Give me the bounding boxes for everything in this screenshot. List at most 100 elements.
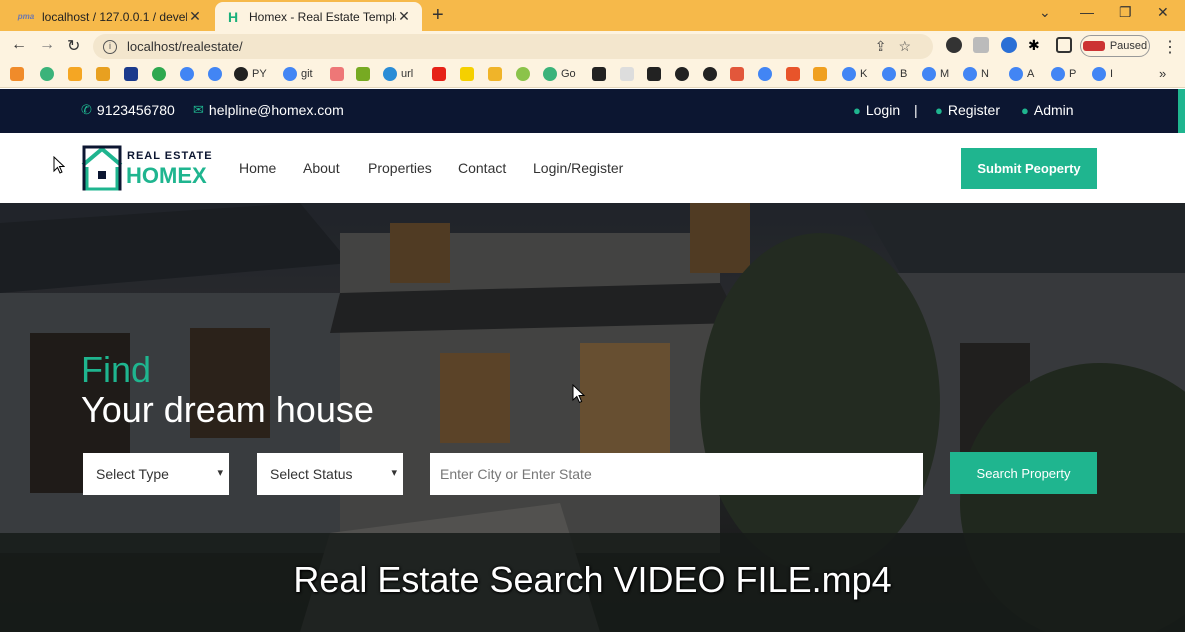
google-bookmark-b[interactable]: B [882, 66, 907, 82]
google-bookmark-i[interactable]: I [1092, 66, 1113, 82]
tab-title: Homex - Real Estate Template [249, 9, 396, 24]
url-text: localhost/realestate/ [127, 39, 243, 54]
menu-icon[interactable]: ⋮ [1162, 37, 1178, 57]
chevron-down-icon[interactable]: ⌄ [1039, 4, 1051, 21]
type-select[interactable]: Select Type ▾ [83, 453, 229, 495]
hero-section: Find Your dream house Select Type ▾ Sele… [0, 203, 1185, 632]
nav-home[interactable]: Home [239, 160, 276, 176]
type-select-value: Select Type [96, 466, 169, 482]
browser-toolbar: ← → ↻ i localhost/realestate/ ⇪☆ ✱ Pause… [0, 31, 1185, 61]
bookmark[interactable] [68, 66, 86, 82]
login-label: Login [865, 102, 901, 118]
bookmark[interactable] [516, 66, 534, 82]
google-bookmark-icon[interactable] [758, 66, 776, 82]
bookmark[interactable] [647, 66, 665, 82]
panda-extension-icon[interactable] [946, 37, 962, 53]
envelope-icon: ✉ [193, 102, 204, 117]
bookmark[interactable] [96, 66, 114, 82]
close-icon[interactable]: ✕ [396, 8, 412, 25]
close-icon[interactable]: ✕ [187, 8, 203, 25]
google-bookmark-k[interactable]: K [842, 66, 867, 82]
google-bookmark-icon[interactable] [180, 66, 198, 82]
nav-login-register[interactable]: Login/Register [533, 160, 623, 176]
url-bookmark[interactable]: url [383, 66, 413, 82]
email-address: helpline@homex.com [208, 102, 344, 118]
site-logo[interactable]: REAL ESTATE HOMEX [81, 145, 216, 193]
hero-headline: Your dream house [81, 389, 374, 430]
puzzle-icon[interactable]: ✱ [1028, 37, 1044, 53]
youtube-bookmark-icon[interactable] [432, 66, 450, 82]
search-property-button[interactable]: Search Property [950, 452, 1097, 494]
video-caption: Real Estate Search VIDEO FILE.mp4 [293, 559, 892, 600]
tab-homex[interactable]: H Homex - Real Estate Template ✕ [215, 2, 422, 31]
reload-icon[interactable]: ↻ [67, 36, 80, 56]
new-tab-icon[interactable]: + [432, 4, 444, 27]
at-extension-icon[interactable] [1001, 37, 1017, 53]
minimize-icon[interactable]: — [1080, 4, 1094, 20]
hero-find-text: Find [81, 349, 152, 390]
register-label: Register [947, 102, 1000, 118]
chevron-down-icon: ▾ [217, 467, 223, 479]
bookmark[interactable] [730, 66, 748, 82]
info-icon[interactable]: i [103, 39, 117, 54]
bookmark[interactable] [620, 66, 638, 82]
restore-icon[interactable]: ❐ [1119, 4, 1132, 21]
bookmark[interactable] [488, 66, 506, 82]
mouse-cursor-icon [572, 384, 585, 404]
share-star-icons[interactable]: ⇪☆ [875, 38, 923, 55]
site-navbar: REAL ESTATE HOMEX Home About Properties … [0, 133, 1185, 203]
bookmark[interactable] [813, 66, 831, 82]
phone-contact[interactable]: ✆ 9123456780 [81, 102, 175, 118]
bookmark[interactable] [40, 66, 58, 82]
status-select[interactable]: Select Status ▾ [257, 453, 403, 495]
browser-tab-strip: pma localhost / 127.0.0.1 / developer ✕ … [0, 0, 1185, 31]
google-bookmark-n[interactable]: N [963, 66, 989, 82]
google-bookmark-m[interactable]: M [922, 66, 949, 82]
mouse-cursor-icon [53, 156, 65, 174]
back-icon[interactable]: ← [11, 36, 27, 54]
bookmark[interactable] [460, 66, 478, 82]
sidepanel-icon[interactable] [1056, 37, 1072, 53]
google-bookmark-a[interactable]: A [1009, 66, 1034, 82]
logo-title: HOMEX [126, 163, 207, 188]
bookmark[interactable] [124, 66, 142, 82]
forward-icon[interactable]: → [39, 36, 55, 54]
h-icon: H [227, 8, 239, 25]
chevron-right-icon[interactable]: » [1159, 66, 1166, 81]
register-link[interactable]: ● Register [935, 102, 1000, 118]
phpmyadmin-icon: pma [17, 12, 35, 21]
tab-phpmyadmin[interactable]: pma localhost / 127.0.0.1 / developer ✕ [8, 2, 213, 31]
go-bookmark[interactable]: Go [543, 66, 576, 82]
house-logo-icon [81, 145, 123, 191]
github-bookmark[interactable]: PY [234, 66, 267, 82]
bookmark[interactable] [592, 66, 610, 82]
address-bar[interactable]: i localhost/realestate/ ⇪☆ [93, 34, 933, 59]
status-select-value: Select Status [270, 466, 353, 482]
bookmark[interactable] [356, 66, 374, 82]
bookmark[interactable] [675, 66, 693, 82]
bookmark[interactable] [703, 66, 721, 82]
profile-button[interactable]: Paused [1080, 35, 1150, 57]
nav-contact[interactable]: Contact [458, 160, 506, 176]
city-search-input[interactable] [430, 453, 923, 495]
bookmark[interactable] [152, 66, 170, 82]
google-bookmark-icon[interactable] [208, 66, 226, 82]
phone-number: 9123456780 [96, 102, 175, 118]
submit-property-button[interactable]: Submit Peoperty [961, 148, 1097, 189]
git-bookmark[interactable]: git [283, 66, 313, 82]
email-contact[interactable]: ✉ helpline@homex.com [193, 102, 344, 118]
window-close-icon[interactable]: ✕ [1157, 4, 1169, 21]
user-icon: ● [853, 102, 861, 118]
separator: | [914, 102, 918, 118]
bookmark[interactable] [10, 66, 28, 82]
bookmark[interactable] [330, 66, 348, 82]
admin-link[interactable]: ● Admin [1021, 102, 1074, 118]
nav-properties[interactable]: Properties [368, 160, 432, 176]
extension-icon[interactable] [973, 37, 989, 53]
google-bookmark-p[interactable]: P [1051, 66, 1076, 82]
admin-label: Admin [1033, 102, 1074, 118]
site-topbar: ✆ 9123456780 ✉ helpline@homex.com ● Logi… [0, 89, 1185, 133]
nav-about[interactable]: About [303, 160, 340, 176]
bookmark[interactable] [786, 66, 804, 82]
login-link[interactable]: ● Login [853, 102, 900, 118]
